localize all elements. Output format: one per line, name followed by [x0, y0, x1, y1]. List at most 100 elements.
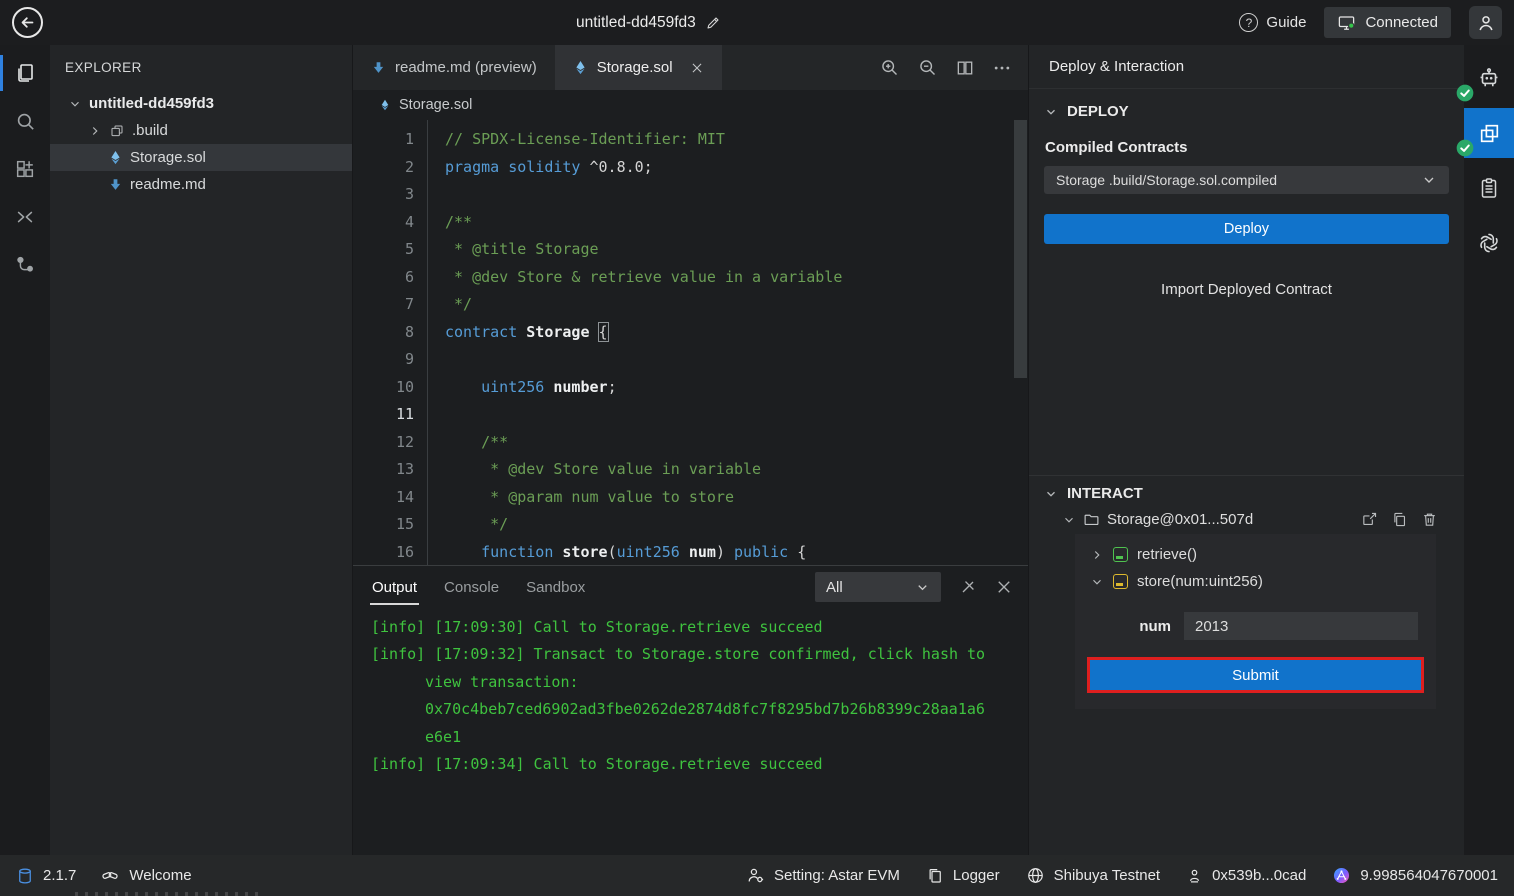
deploy-panel-button[interactable]	[1464, 108, 1514, 158]
tree-item-storage-sol[interactable]: Storage.sol	[50, 144, 352, 171]
copy-icon[interactable]	[1391, 511, 1408, 528]
ai-assistant-button[interactable]	[1464, 218, 1514, 268]
ethereum-icon	[573, 60, 588, 75]
close-tab-icon[interactable]	[690, 61, 704, 75]
readme-md-label: readme.md	[130, 176, 206, 193]
deploy-section-header[interactable]: DEPLOY	[1044, 103, 1449, 120]
robot-icon	[1476, 65, 1502, 91]
deploy-interaction-panel: Deploy & Interaction DEPLOY Compiled Con…	[1028, 45, 1464, 855]
monitor-icon	[1337, 13, 1356, 32]
setting-item[interactable]: Setting: Astar EVM	[746, 866, 900, 885]
deployed-contract-row[interactable]: Storage@0x01...507d	[1029, 511, 1464, 528]
network-item[interactable]: Shibuya Testnet	[1026, 866, 1160, 885]
interact-section-label: INTERACT	[1067, 485, 1143, 502]
delete-icon[interactable]	[1421, 511, 1438, 528]
wallet-person-icon	[1186, 867, 1203, 884]
check-badge	[1455, 83, 1475, 103]
version-item[interactable]: 2.1.7	[16, 867, 76, 885]
tab-label: readme.md (preview)	[395, 59, 537, 76]
clear-output-icon[interactable]	[958, 577, 978, 597]
git-branch-icon	[14, 254, 36, 276]
log-filter-value: All	[826, 579, 843, 596]
project-title: untitled-dd459fd3	[576, 0, 721, 45]
back-button[interactable]	[12, 7, 43, 38]
compiler-robot-button[interactable]	[1464, 53, 1514, 103]
check-badge	[1455, 138, 1475, 158]
tab-console[interactable]: Console	[444, 579, 499, 596]
submit-button[interactable]: Submit	[1090, 660, 1421, 690]
tab-label: Storage.sol	[597, 59, 673, 76]
logger-item[interactable]: Logger	[926, 867, 1000, 885]
ethereum-icon	[379, 99, 391, 111]
ethereum-icon	[108, 150, 123, 165]
split-editor-icon[interactable]	[955, 58, 975, 78]
balance-item[interactable]: 9.998564047670001	[1332, 866, 1498, 885]
edit-pencil-icon[interactable]	[705, 15, 721, 31]
num-parameter-row: num	[1075, 612, 1418, 640]
statusbar-right-group: Setting: Astar EVM Logger Shibuya Testne…	[720, 866, 1498, 885]
address-item[interactable]: 0x539b...0cad	[1186, 867, 1306, 884]
project-title-text: untitled-dd459fd3	[576, 14, 696, 32]
activity-collapse-button[interactable]	[0, 193, 50, 241]
zoom-out-icon[interactable]	[917, 57, 938, 78]
tab-storage-sol[interactable]: Storage.sol	[555, 45, 722, 90]
compiled-contracts-select[interactable]: Storage .build/Storage.sol.compiled	[1044, 166, 1449, 194]
guide-button[interactable]: ? Guide	[1239, 13, 1306, 32]
method-retrieve-label: retrieve()	[1137, 546, 1197, 563]
root-folder-label: untitled-dd459fd3	[89, 95, 214, 112]
tree-item-readme-md[interactable]: readme.md	[50, 171, 352, 198]
close-panel-icon[interactable]	[995, 578, 1013, 596]
connected-button[interactable]: Connected	[1324, 7, 1451, 38]
right-toolbar	[1464, 45, 1514, 855]
person-icon	[1476, 13, 1496, 33]
chevron-down-icon	[915, 580, 930, 595]
deploy-button[interactable]: Deploy	[1044, 214, 1449, 244]
deploy-section: DEPLOY Compiled Contracts Storage .build…	[1029, 89, 1464, 298]
tree-item-build[interactable]: .build	[50, 117, 352, 144]
output-tab-bar: Output Console Sandbox All	[353, 566, 1028, 608]
zoom-in-icon[interactable]	[879, 57, 900, 78]
activity-plugins-button[interactable]	[0, 145, 50, 193]
view-method-icon	[1113, 547, 1128, 562]
setting-label: Setting: Astar EVM	[774, 867, 900, 884]
code-editor[interactable]: 12345678910111213141516 // SPDX-License-…	[353, 120, 1028, 565]
activity-search-button[interactable]	[0, 97, 50, 145]
log-filter-select[interactable]: All	[815, 572, 941, 602]
method-store-row[interactable]: store(num:uint256)	[1075, 568, 1436, 595]
method-retrieve-row[interactable]: retrieve()	[1075, 541, 1436, 568]
activity-files-button[interactable]	[0, 49, 50, 97]
tab-readme-md[interactable]: readme.md (preview)	[353, 45, 555, 90]
num-input[interactable]	[1184, 612, 1418, 640]
editor-scrollbar[interactable]	[1014, 120, 1027, 378]
scan-report-button[interactable]	[1464, 163, 1514, 213]
editor-tab-bar: readme.md (preview) Storage.sol	[353, 45, 1028, 90]
welcome-item[interactable]: Welcome	[100, 866, 191, 886]
import-deployed-contract-link[interactable]: Import Deployed Contract	[1044, 281, 1449, 298]
method-store-label: store(num:uint256)	[1137, 573, 1263, 590]
chevron-down-icon	[1062, 513, 1076, 527]
chevron-down-icon	[1044, 105, 1058, 119]
chevron-down-icon	[1421, 172, 1437, 188]
welcome-label: Welcome	[129, 867, 191, 884]
editor-area: readme.md (preview) Storage.sol	[353, 45, 1028, 855]
version-label: 2.1.7	[43, 867, 76, 884]
chevron-right-icon	[88, 124, 102, 138]
logger-pages-icon	[926, 867, 944, 885]
more-actions-icon[interactable]	[992, 58, 1012, 78]
activity-git-button[interactable]	[0, 241, 50, 289]
avatar[interactable]	[1469, 6, 1502, 39]
tab-output[interactable]: Output	[372, 579, 417, 596]
interact-section-header[interactable]: INTERACT	[1029, 485, 1464, 502]
clipped-row-artifact	[75, 892, 265, 896]
deploy-section-label: DEPLOY	[1067, 103, 1129, 120]
output-panel: Output Console Sandbox All	[353, 565, 1028, 855]
tree-root-folder[interactable]: untitled-dd459fd3	[50, 90, 352, 117]
guide-label: Guide	[1266, 14, 1306, 31]
openai-icon	[1477, 231, 1501, 255]
explorer-header: EXPLORER	[50, 45, 352, 90]
balance-label: 9.998564047670001	[1360, 867, 1498, 884]
code-lines: // SPDX-License-Identifier: MITpragma so…	[427, 120, 1028, 565]
open-external-icon[interactable]	[1361, 511, 1378, 528]
tab-sandbox[interactable]: Sandbox	[526, 579, 585, 596]
log-output: [info] [17:09:30] Call to Storage.retrie…	[353, 608, 1028, 778]
